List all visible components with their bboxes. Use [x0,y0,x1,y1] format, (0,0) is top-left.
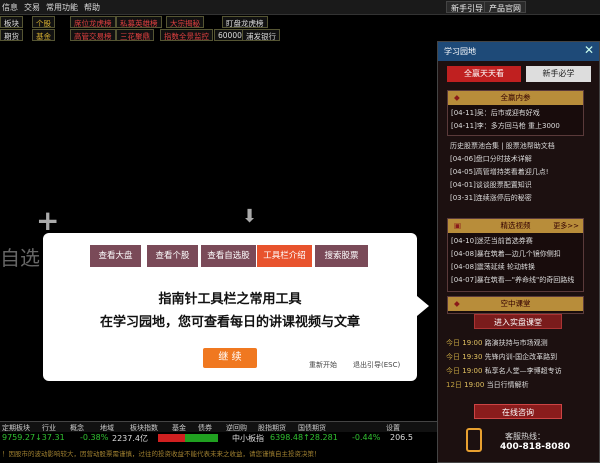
menu-info[interactable]: 信息 [2,2,18,13]
ticker-bar [158,434,218,442]
ticker-left-value: 9759.27↓37.31 [2,433,65,442]
list-item[interactable]: [04-11]吴：后市或迎有好戏 [451,108,540,118]
section-videos: ▣ 精选视频 更多>> [04-10]迷茫当前首选券赛 [04-08]暴在筑着—… [447,218,584,292]
guide-tab-toolbar[interactable]: 工具栏介绍 [257,245,313,267]
list-item[interactable]: [04-08]震荡延续 轮动转换 [451,262,535,272]
restart-link[interactable]: 重新开始 [309,360,337,370]
enter-live-class-button[interactable]: 进入实盘课堂 [474,314,562,329]
toolbar-row-1: 板块 个股 席位龙虎榜 私募英雄榜 大宗揭秘 盯盘龙虎榜 [0,16,280,29]
section-videos-title: 精选视频 [500,221,531,230]
schedule-row[interactable]: 今日 19:30 先锋内训-国企改革路到 [446,352,557,362]
guide-tab-search[interactable]: 搜索股票 [315,245,369,267]
tb-sector[interactable]: 板块 [0,16,23,28]
close-icon[interactable]: ✕ [584,43,594,57]
section-insider: ◆ 全赢内参 [04-11]吴：后市或迎有好戏 [04-11]李：多方回马枪 重… [447,90,584,136]
diamond-icon: ◆ [454,93,460,102]
tb-stock-name[interactable]: 浦发银行 [242,29,280,41]
list-item[interactable]: [04-08]暴在筑着—边几个镜你侧扣 [451,249,561,259]
section-classroom-header: ◆ 空中课堂 [448,297,583,311]
menu-trade[interactable]: 交易 [24,2,40,13]
tab-beginner[interactable]: 新手必学 [526,66,591,82]
learning-panel: 学习园地 ✕ 全赢天天看 新手必学 ◆ 全赢内参 [04-11]吴：后市或迎有好… [437,41,600,463]
list-item[interactable]: [04-01]谈谈股票配置知识 [450,180,532,190]
camera-icon: ▣ [454,221,462,230]
continue-button[interactable]: 继 续 [203,348,257,368]
panel-header: 学习园地 ✕ [438,42,599,61]
tb-seat-dragon[interactable]: 席位龙虎榜 [70,16,116,28]
guide-subtitle: 在学习园地，您可查看每日的讲课视频与文章 [99,315,360,330]
section-insider-title: 全赢内参 [500,93,531,102]
section-classroom: ◆ 空中课堂 [447,296,584,314]
watchlist-label: 自选 [0,246,40,270]
guide-tab-watchlist[interactable]: 查看自选股 [201,245,257,267]
ticker-mid-amount: 206.5 [390,433,413,442]
list-item[interactable]: [03-31]连续涨停后的秘密 [450,193,532,203]
online-consult-button[interactable]: 在线咨询 [474,404,562,419]
section-insider-header: ◆ 全赢内参 [448,91,583,105]
tb-stock[interactable]: 个股 [32,16,55,28]
tb-index-monitor[interactable]: 指数全景监控 [160,29,213,41]
list-item[interactable]: [04-07]暴在筑看—"养命线"的奇回路线 [451,275,574,285]
download-icon[interactable]: ⬇ [242,206,257,227]
ticker-mid-label: 中小板指 [232,434,264,443]
list-item[interactable]: [04-06]盘口分时技术详解 [450,154,532,164]
list-item[interactable]: [04-10]迷茫当前首选券赛 [451,236,533,246]
tb-private-hero[interactable]: 私募英雄榜 [116,16,162,28]
tb-three-flower[interactable]: 三花聚鼎 [116,29,154,41]
status-text: ！因股市的波动影响较大，因营动股票需谨慎，过往的投资收益不能代表未来之收益，请您… [2,450,321,458]
ticker-left-amount: 2237.4亿 [112,434,148,443]
list-item[interactable]: [04-05]高管增持类看着迎几点! [450,167,549,177]
index-ticker: 9759.27↓37.31 -0.38% 2237.4亿 中小板指 6398.4… [0,432,437,445]
ticker-left-pct: -0.38% [80,433,109,442]
guide-tab-stock[interactable]: 查看个股 [147,245,199,267]
list-item[interactable]: [04-11]李：多方回马枪 重上3000 [451,121,560,131]
toolbar-row-2: 期货 基金 高管交易榜 三花聚鼎 指数全景监控 600000 浦发银行 [0,29,280,42]
more-videos-link[interactable]: 更多>> [553,219,579,233]
exit-guide-link[interactable]: 退出引导(ESC) [353,360,400,370]
bottom-tabs: 定期板块 行业 概念 地域 板块指数 基金 债券 逆回购 股指期货 国债期货 设… [0,421,437,432]
tb-fund[interactable]: 基金 [32,29,55,41]
ticker-mid-pct: -0.44% [352,433,381,442]
schedule-row[interactable]: 12日 19:00 当日行情解析 [446,380,529,390]
official-site-button[interactable]: 产品官网 [484,1,526,13]
hotline-number: 400-818-8080 [500,442,571,452]
schedule-row[interactable]: 今日 19:00 私享名人堂—李博超专访 [446,366,562,376]
hotline-label: 客服热线： [505,432,545,441]
tb-futures[interactable]: 期货 [0,29,23,41]
guide-title: 指南针工具栏之常用工具 [158,292,302,307]
panel-title: 学习园地 [444,47,476,56]
tb-bulk-reveal[interactable]: 大宗揭秘 [166,16,204,28]
guide-pointer [417,296,429,316]
beginner-guide-button[interactable]: 新手引导 [446,1,488,13]
tab-daily[interactable]: 全赢天天看 [447,66,521,82]
section-videos-header: ▣ 精选视频 更多>> [448,219,583,233]
section-classroom-title: 空中课堂 [500,299,531,308]
status-bar: ！因股市的波动影响较大，因营动股票需谨慎，过往的投资收益不能代表未来之收益，请您… [0,446,437,463]
tb-watch-dragon[interactable]: 盯盘龙虎榜 [222,16,268,28]
ticker-mid-value: 6398.48↑28.281 [270,433,338,442]
menubar: 信息 交易 常用功能 帮助 新手引导 产品官网 [0,0,600,15]
tb-exec-trade[interactable]: 高管交易榜 [70,29,116,41]
classroom-icon: ◆ [454,299,460,308]
phone-icon [466,428,482,452]
menu-help[interactable]: 帮助 [84,2,100,13]
guide-popup: 查看大盘 查看个股 查看自选股 工具栏介绍 搜索股票 指南针工具栏之常用工具 在… [43,233,417,381]
guide-tab-market[interactable]: 查看大盘 [90,245,142,267]
menu-common[interactable]: 常用功能 [46,2,78,13]
list-item[interactable]: 历史股票池合集 | 股票池帮助文档 [450,141,555,151]
schedule-row[interactable]: 今日 19:00 路演扶持与市场观测 [446,338,548,348]
